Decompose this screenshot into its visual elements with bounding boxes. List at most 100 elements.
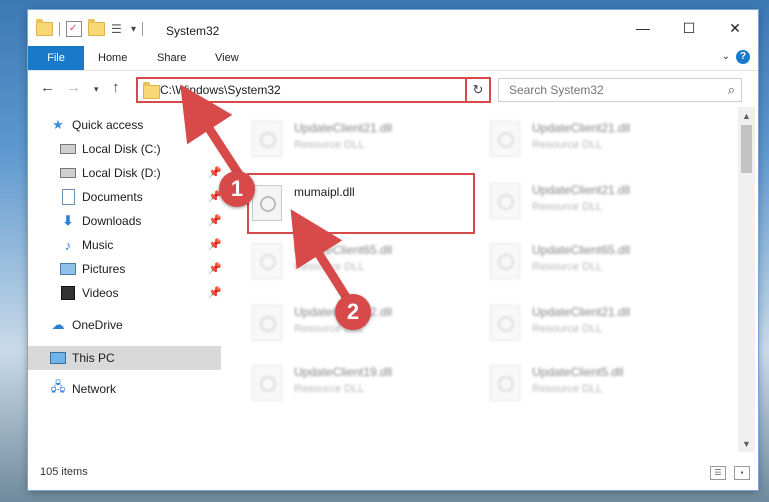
- sidebar-item-label: Documents: [82, 190, 143, 204]
- expand-ribbon-icon[interactable]: ⌄: [722, 51, 730, 62]
- recent-locations-icon[interactable]: ▾: [94, 84, 99, 95]
- close-button[interactable]: ✕: [712, 10, 758, 46]
- title-bar: ✓ ☰ ▾ System32 — ☐ ✕: [28, 10, 758, 46]
- address-path[interactable]: C:\Windows\System32: [160, 83, 281, 97]
- file-name: UpdateClient65.dll: [532, 243, 631, 257]
- pin-icon[interactable]: 📌: [208, 262, 222, 275]
- help-icon[interactable]: ?: [736, 50, 750, 64]
- list-item[interactable]: UpdateClient21.dll Resource DLL: [484, 299, 684, 349]
- sidebar-item-local-disk-d[interactable]: Local Disk (D:): [60, 162, 161, 184]
- network-icon: 🖧: [50, 379, 66, 394]
- music-icon: ♪: [64, 237, 72, 253]
- view-options-icon[interactable]: ☰: [111, 22, 125, 36]
- vertical-scrollbar[interactable]: ▲ ▼: [738, 107, 755, 452]
- list-item[interactable]: UpdateClient21.dll Resource DLL: [246, 115, 446, 165]
- details-view-icon[interactable]: ☰: [710, 466, 726, 480]
- drive-icon: [60, 141, 76, 157]
- star-icon: ★: [52, 117, 64, 132]
- pin-icon[interactable]: 📌: [208, 166, 222, 179]
- properties-icon[interactable]: ✓: [66, 21, 82, 37]
- sidebar-item-pictures[interactable]: Pictures: [60, 258, 125, 280]
- search-box[interactable]: ⌕: [498, 78, 742, 102]
- list-item[interactable]: UpdateClient21.dll Resource DLL: [484, 115, 684, 165]
- sidebar-item-onedrive[interactable]: ☁ OneDrive: [50, 314, 123, 336]
- file-name: UpdateClient5.dll: [532, 365, 624, 379]
- file-type: Resource DLL: [532, 201, 603, 213]
- file-type: Resource DLL: [294, 383, 365, 395]
- videos-icon: [60, 285, 76, 301]
- file-type: Resource DLL: [532, 261, 603, 273]
- dll-file-icon: [252, 243, 282, 279]
- scroll-down-icon[interactable]: ▼: [738, 435, 755, 452]
- address-bar[interactable]: C:\Windows\System32 ⌄: [136, 77, 491, 103]
- file-list: UpdateClient21.dll Resource DLL mumaipl.…: [238, 107, 738, 452]
- file-name: UpdateClient21.dll: [532, 121, 631, 135]
- scroll-up-icon[interactable]: ▲: [738, 107, 755, 124]
- file-type: Resource DLL: [294, 139, 365, 151]
- computer-icon: [50, 350, 66, 366]
- forward-icon[interactable]: →: [66, 79, 81, 96]
- navigation-bar: ← → ▾ ↑ C:\Windows\System32 ⌄ ↻ ⌕: [28, 71, 758, 107]
- documents-icon: [60, 189, 76, 205]
- dll-file-icon: [490, 121, 520, 157]
- dll-file-icon: [490, 305, 520, 341]
- status-bar: 105 items ☰ ▪: [28, 452, 758, 490]
- file-highlight-box: [247, 173, 475, 234]
- quick-access-toolbar: ✓ ☰ ▾: [36, 19, 144, 38]
- sidebar-item-label: Network: [72, 382, 117, 396]
- dll-file-icon: [252, 305, 282, 341]
- dll-file-icon: [490, 243, 520, 279]
- file-type: Resource DLL: [294, 261, 365, 273]
- search-icon[interactable]: ⌕: [728, 82, 735, 98]
- tab-view[interactable]: View: [215, 46, 239, 70]
- scroll-thumb[interactable]: [741, 125, 752, 173]
- up-icon[interactable]: ↑: [112, 79, 120, 96]
- list-item[interactable]: UpdateClient65.dll Resource DLL: [484, 237, 684, 287]
- step-2-badge: 2: [335, 294, 371, 330]
- tab-share[interactable]: Share: [157, 46, 186, 70]
- customize-toolbar-icon[interactable]: ▾: [131, 24, 136, 35]
- sidebar-item-label: Music: [82, 238, 114, 252]
- list-item[interactable]: UpdateClient21.dll Resource DLL: [484, 177, 684, 227]
- search-input[interactable]: [507, 82, 711, 98]
- sidebar-item-this-pc[interactable]: This PC: [50, 347, 115, 369]
- sidebar-item-label: Local Disk (D:): [82, 166, 161, 180]
- pin-icon[interactable]: 📌: [208, 286, 222, 299]
- sidebar-item-label: Pictures: [82, 262, 126, 276]
- file-name: UpdateClient21.dll: [532, 305, 631, 319]
- sidebar-item-music[interactable]: ♪ Music: [60, 234, 114, 256]
- sidebar-item-label: Local Disk (C:): [82, 142, 161, 156]
- folder-icon: [36, 19, 53, 36]
- toolbar-divider: [142, 22, 144, 36]
- file-type: Resource DLL: [532, 323, 603, 335]
- sidebar-item-documents[interactable]: Documents: [60, 186, 143, 208]
- list-item[interactable]: UpdateClient5.dll Resource DLL: [484, 359, 684, 409]
- sidebar-item-network[interactable]: 🖧 Network: [50, 378, 116, 400]
- sidebar-item-local-disk-c[interactable]: Local Disk (C:): [60, 138, 161, 160]
- pin-icon[interactable]: 📌: [208, 214, 222, 227]
- pin-icon[interactable]: 📌: [208, 238, 222, 251]
- dll-file-icon: [252, 365, 282, 401]
- dll-file-icon: [490, 365, 520, 401]
- list-item[interactable]: UpdateClient19.dll Resource DLL: [246, 359, 446, 409]
- sidebar-item-label: OneDrive: [72, 318, 123, 332]
- file-name: UpdateClient19.dll: [294, 365, 393, 379]
- back-icon[interactable]: ←: [40, 79, 55, 96]
- sidebar-item-videos[interactable]: Videos: [60, 282, 118, 304]
- dll-file-icon: [252, 121, 282, 157]
- tab-home[interactable]: Home: [98, 46, 127, 70]
- refresh-button[interactable]: ↻: [465, 77, 491, 103]
- file-tab[interactable]: File: [28, 46, 84, 70]
- list-item[interactable]: UpdateClient65.dll Resource DLL: [246, 237, 446, 287]
- minimize-button[interactable]: —: [620, 10, 666, 46]
- sidebar-item-label: Videos: [82, 286, 119, 300]
- refresh-icon: ↻: [472, 82, 484, 97]
- large-icons-view-icon[interactable]: ▪: [734, 466, 750, 480]
- explorer-window: ✓ ☰ ▾ System32 — ☐ ✕ File Home Share Vie…: [28, 10, 758, 490]
- sidebar-item-downloads[interactable]: ⬇ Downloads: [60, 210, 142, 232]
- sidebar-item-quick-access[interactable]: ★ Quick access: [50, 114, 143, 136]
- maximize-button[interactable]: ☐: [666, 10, 712, 46]
- file-type: Resource DLL: [532, 139, 603, 151]
- new-folder-icon[interactable]: [88, 19, 105, 36]
- cloud-icon: ☁: [51, 317, 65, 332]
